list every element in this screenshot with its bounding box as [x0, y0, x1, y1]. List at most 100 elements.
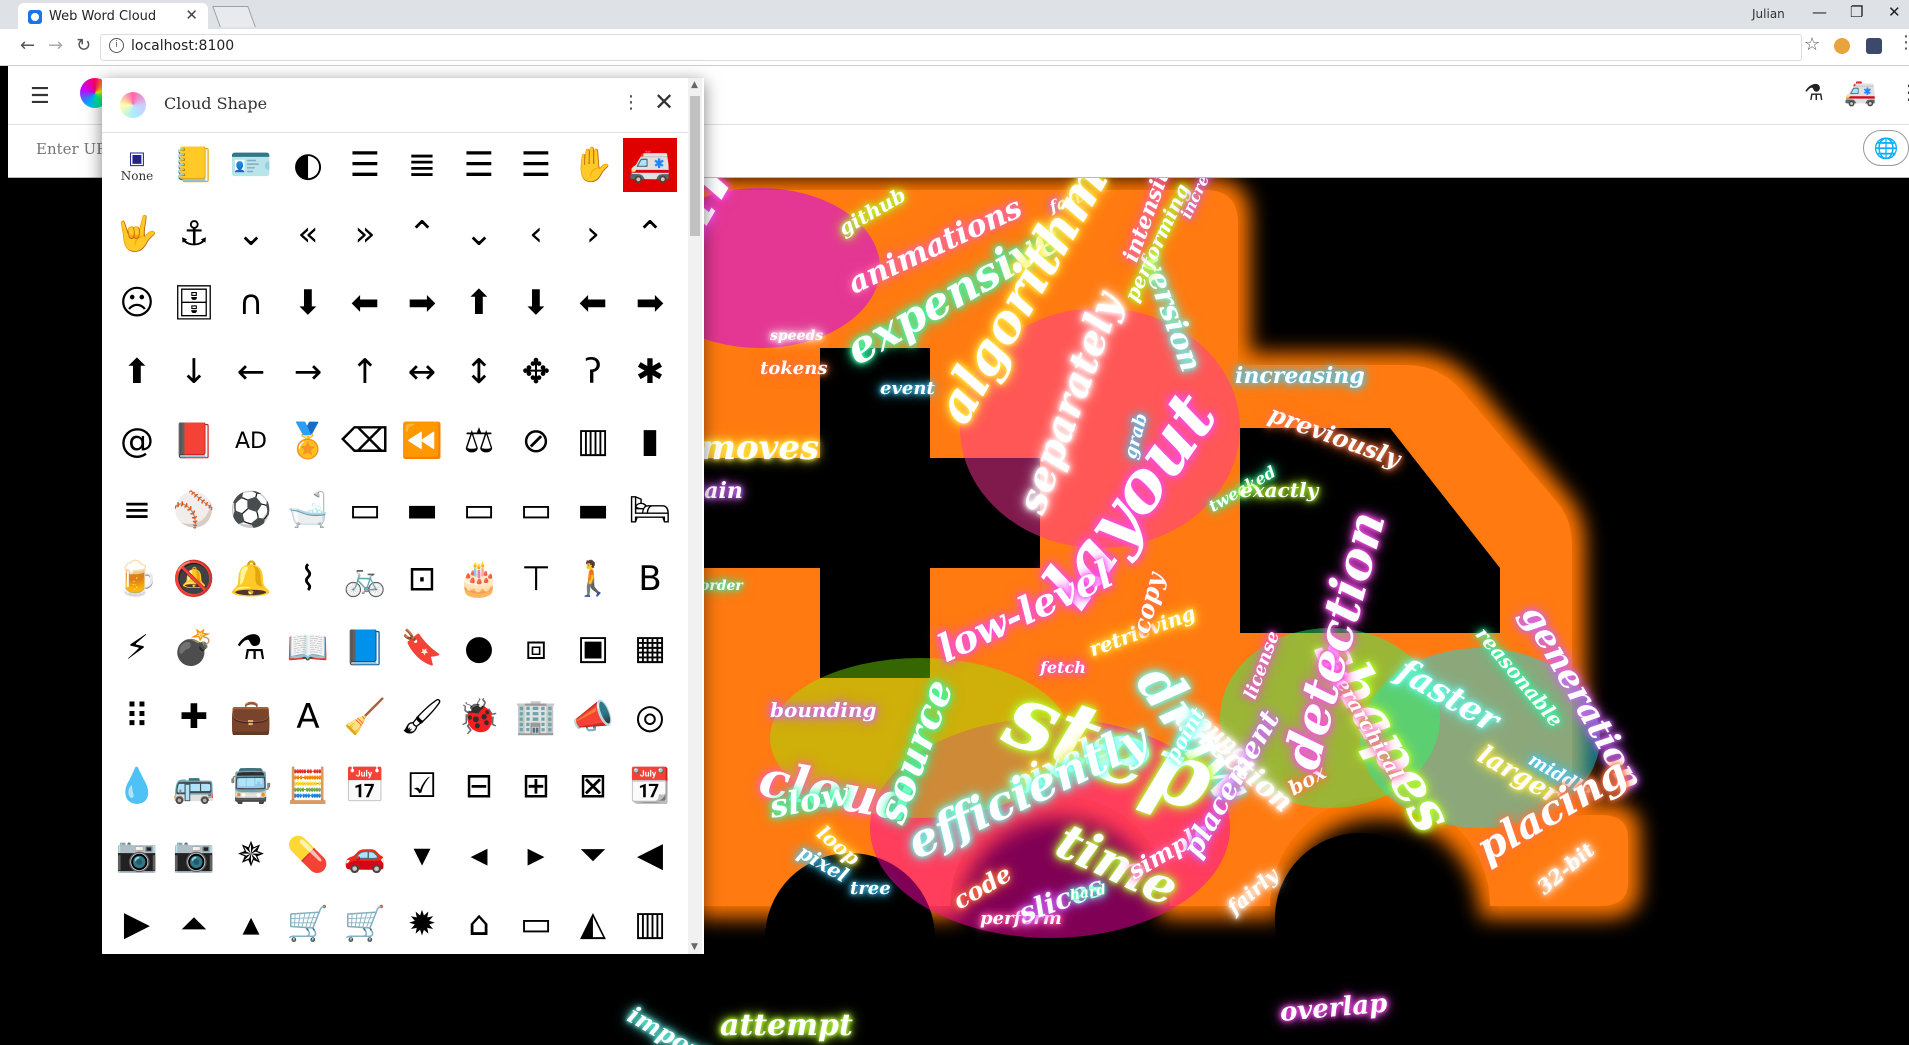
brush-icon[interactable]: 🖌	[395, 690, 449, 744]
scroll-up-icon[interactable]: ▲	[691, 80, 698, 90]
forward-icon[interactable]: →	[48, 35, 63, 56]
bezier-curve-icon[interactable]: ⌇	[281, 552, 335, 606]
align-left-icon[interactable]: ☰	[452, 138, 506, 192]
backward-icon[interactable]: ⏪	[395, 414, 449, 468]
flask-icon[interactable]: ⚗	[1804, 81, 1824, 106]
deaf-icon[interactable]: ʔ	[566, 345, 620, 399]
tab-close-icon[interactable]: ✕	[185, 6, 198, 24]
bath-icon[interactable]: 🛁	[281, 483, 335, 537]
scroll-down-icon[interactable]: ▼	[691, 942, 698, 952]
camera-retro-icon[interactable]: 📷	[110, 828, 164, 882]
certificate-icon[interactable]: ✹	[395, 897, 449, 951]
align-center-icon[interactable]: ☰	[338, 138, 392, 192]
align-justify-icon[interactable]: ≣	[395, 138, 449, 192]
caret-down-icon[interactable]: ▾	[395, 828, 449, 882]
caret-up-icon[interactable]: ▴	[224, 897, 278, 951]
barcode-icon[interactable]: ▮	[623, 414, 677, 468]
bug-icon[interactable]: 🐞	[452, 690, 506, 744]
arrow-circle-left-icon[interactable]: ⬅	[338, 276, 392, 330]
adjust-icon[interactable]: ◐	[281, 138, 335, 192]
basketball-icon[interactable]: ⚽	[224, 483, 278, 537]
baseball-icon[interactable]: ⚾	[167, 483, 221, 537]
globe-icon[interactable]: 🌐	[1863, 130, 1909, 166]
shape-none-option[interactable]: ▣ None	[110, 138, 164, 192]
angle-double-left-icon[interactable]: «	[281, 207, 335, 261]
ban-icon[interactable]: ⊘	[509, 414, 563, 468]
back-icon[interactable]: ←	[20, 35, 35, 56]
arrow-alt-circle-down-icon[interactable]: ⬇	[509, 276, 563, 330]
arrow-circle-up-icon[interactable]: ⬆	[452, 276, 506, 330]
broadcast-tower-icon[interactable]: A	[281, 690, 335, 744]
maximize-icon[interactable]: ❐	[1850, 3, 1863, 21]
book-open-icon[interactable]: 📖	[281, 621, 335, 675]
broom-icon[interactable]: 🧹	[338, 690, 392, 744]
align-right-icon[interactable]: ☰	[509, 138, 563, 192]
asterisk-icon[interactable]: ✱	[623, 345, 677, 399]
beer-icon[interactable]: 🍺	[110, 552, 164, 606]
chart-area-icon[interactable]: ◭	[566, 897, 620, 951]
flask-icon[interactable]: ⚗	[224, 621, 278, 675]
angle-up-icon[interactable]: ⌃	[623, 207, 677, 261]
angle-down-icon[interactable]: ⌄	[452, 207, 506, 261]
bullhorn-icon[interactable]: 📣	[566, 690, 620, 744]
archive-icon[interactable]: 🗄	[167, 276, 221, 330]
more-vert-icon[interactable]: ⋮	[1899, 80, 1909, 104]
arrow-alt-circle-right-icon[interactable]: ➡	[623, 276, 677, 330]
blind-icon[interactable]: 🚶	[566, 552, 620, 606]
briefcase-icon[interactable]: 💼	[224, 690, 278, 744]
battery-empty-icon[interactable]: ▭	[338, 483, 392, 537]
bowling-ball-icon[interactable]: ●	[452, 621, 506, 675]
binoculars-icon[interactable]: ⊡	[395, 552, 449, 606]
caret-square-left-icon[interactable]: ◀	[623, 828, 677, 882]
building-icon[interactable]: 🏢	[509, 690, 563, 744]
reload-icon[interactable]: ↻	[76, 35, 91, 56]
atlas-icon[interactable]: 📕	[167, 414, 221, 468]
bookmark-star-icon[interactable]: ☆	[1804, 34, 1820, 55]
angle-right-icon[interactable]: ›	[566, 207, 620, 261]
bicycle-icon[interactable]: 🚲	[338, 552, 392, 606]
box-open-icon[interactable]: ⧈	[509, 621, 563, 675]
bolt-icon[interactable]: ⚡	[110, 621, 164, 675]
window-close-icon[interactable]: ✕	[1888, 3, 1901, 21]
arrow-left-icon[interactable]: ←	[224, 345, 278, 399]
battery-three-quarters-icon[interactable]: ▬	[566, 483, 620, 537]
bomb-icon[interactable]: 💣	[167, 621, 221, 675]
briefcase-medical-icon[interactable]: ✚	[167, 690, 221, 744]
arrow-alt-circle-left-icon[interactable]: ⬅	[566, 276, 620, 330]
chart-bar-icon[interactable]: ▥	[623, 897, 677, 951]
band-aid-icon[interactable]: ▥	[566, 414, 620, 468]
battery-half-icon[interactable]: ▭	[452, 483, 506, 537]
at-icon[interactable]: @	[110, 414, 164, 468]
caret-square-up-icon[interactable]: ⏶	[167, 897, 221, 951]
cannabis-icon[interactable]: ✵	[224, 828, 278, 882]
sign-language-icon[interactable]: 🤟	[110, 207, 164, 261]
angle-left-icon[interactable]: ‹	[509, 207, 563, 261]
arrow-circle-right-icon[interactable]: ➡	[395, 276, 449, 330]
browser-tab[interactable]: Web Word Cloud ✕	[18, 3, 208, 29]
ambulance-shape-icon[interactable]: 🚑	[1844, 78, 1876, 108]
bus-icon[interactable]: 🚌	[167, 759, 221, 813]
calendar-times-icon[interactable]: ⊠	[566, 759, 620, 813]
dialog-close-icon[interactable]: ✕	[654, 88, 674, 116]
extension-cookie-icon[interactable]	[1834, 38, 1850, 54]
hand-paper-icon[interactable]: ✋	[566, 138, 620, 192]
archway-icon[interactable]: ∩	[224, 276, 278, 330]
caret-right-icon[interactable]: ▸	[509, 828, 563, 882]
birthday-cake-icon[interactable]: 🎂	[452, 552, 506, 606]
angle-double-right-icon[interactable]: »	[338, 207, 392, 261]
blender-icon[interactable]: ⊤	[509, 552, 563, 606]
bars-icon[interactable]: ≡	[110, 483, 164, 537]
angle-double-down-icon[interactable]: ⌄	[224, 207, 278, 261]
caret-left-icon[interactable]: ◂	[452, 828, 506, 882]
angle-double-up-icon[interactable]: ⌃	[395, 207, 449, 261]
caret-square-down-icon[interactable]: ⏷	[566, 828, 620, 882]
new-tab-button[interactable]	[212, 6, 256, 27]
site-info-icon[interactable]: i	[109, 38, 124, 53]
arrows-alt-icon[interactable]: ✥	[509, 345, 563, 399]
capsules-icon[interactable]: 💊	[281, 828, 335, 882]
minimize-icon[interactable]: —	[1812, 3, 1827, 21]
arrow-circle-down-icon[interactable]: ⬇	[281, 276, 335, 330]
ad-icon[interactable]: AD	[224, 414, 278, 468]
chalkboard-teacher-icon[interactable]: ⌂	[452, 897, 506, 951]
arrow-alt-circle-up-icon[interactable]: ⬆	[110, 345, 164, 399]
